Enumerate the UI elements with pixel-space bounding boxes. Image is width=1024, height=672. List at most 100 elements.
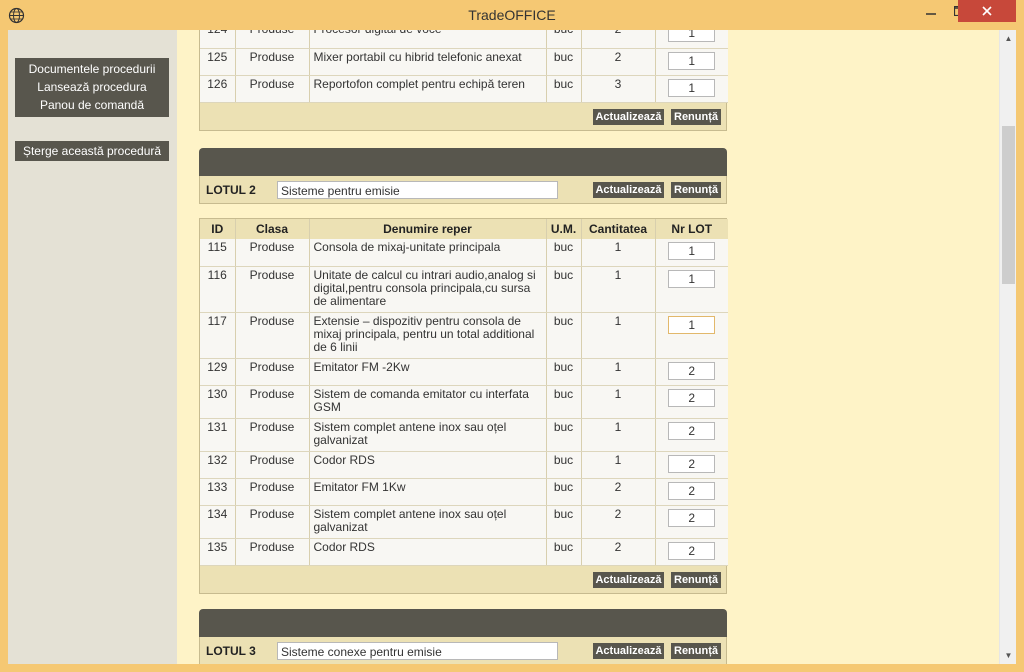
- cell-lot: 2: [655, 385, 728, 419]
- table-row: 135 Produse Codor RDS buc 2 2: [200, 538, 728, 566]
- cell-lot: 1: [655, 266, 728, 313]
- cell-lot: 1: [655, 48, 728, 76]
- cell-name: Procesor digital de voce: [309, 30, 547, 49]
- cell-lot: 2: [655, 418, 728, 452]
- sidebar-item-panou[interactable]: Panou de comandă: [15, 96, 169, 114]
- cell-um: buc: [546, 505, 582, 539]
- lot-number-input[interactable]: 1: [668, 242, 716, 260]
- lot1-panel: 124 Produse Procesor digital de voce buc…: [199, 30, 728, 131]
- lot-number-input[interactable]: 2: [668, 361, 716, 380]
- update-button[interactable]: Actualizează: [593, 108, 664, 125]
- cell-um: buc: [546, 385, 582, 419]
- lot3-label: LOTUL 3: [206, 644, 256, 658]
- cell-qty: 2: [581, 30, 656, 49]
- cell-qty: 1: [581, 312, 656, 359]
- cell-lot: 2: [655, 505, 728, 539]
- sidebar-item-lanseaza[interactable]: Lansează procedura: [15, 78, 169, 96]
- lot2-cancel-button[interactable]: Renunță: [671, 182, 721, 198]
- vertical-scrollbar[interactable]: ▲ ▼: [999, 30, 1016, 664]
- client-area: Documentele procedurii Lansează procedur…: [8, 30, 1016, 664]
- cancel-button[interactable]: Renunță: [671, 571, 721, 588]
- table-row: 124 Produse Procesor digital de voce buc…: [200, 30, 728, 49]
- cell-class: Produse: [235, 418, 310, 452]
- lot-number-input[interactable]: 2: [668, 454, 716, 473]
- lot-number-input[interactable]: 1: [668, 315, 716, 334]
- lot3-cancel-button[interactable]: Renunță: [671, 643, 721, 659]
- cell-name: Reportofon complet pentru echipă teren: [309, 75, 547, 103]
- lot1-table: 124 Produse Procesor digital de voce buc…: [200, 30, 728, 103]
- cell-qty: 2: [581, 538, 656, 566]
- close-icon: [982, 6, 992, 16]
- lot2-panel: ID Clasa Denumire reper U.M. Cantitatea …: [199, 218, 728, 594]
- lot3-name-input[interactable]: Sisteme conexe pentru emisie: [277, 642, 558, 660]
- lot1-actions: Actualizează Renunță: [200, 103, 726, 130]
- cell-um: buc: [546, 418, 582, 452]
- cell-qty: 2: [581, 48, 656, 76]
- cell-id: 135: [200, 538, 236, 566]
- table-row: 132 Produse Codor RDS buc 1 2: [200, 451, 728, 479]
- lot-number-input[interactable]: 1: [668, 78, 716, 97]
- cell-um: buc: [546, 312, 582, 359]
- lot-number-input[interactable]: 1: [668, 269, 716, 288]
- lot-number-input[interactable]: 2: [668, 421, 716, 440]
- cell-um: buc: [546, 451, 582, 479]
- table-row: 116 Produse Unitate de calcul cu intrari…: [200, 266, 728, 313]
- table-row: 130 Produse Sistem de comanda emitator c…: [200, 385, 728, 419]
- scroll-down-arrow-icon[interactable]: ▼: [1000, 647, 1016, 664]
- cell-um: buc: [546, 48, 582, 76]
- scroll-up-arrow-icon[interactable]: ▲: [1000, 30, 1016, 47]
- cell-id: 133: [200, 478, 236, 506]
- cell-id: 116: [200, 266, 236, 313]
- delete-procedure-link[interactable]: Șterge această procedură: [15, 142, 169, 160]
- table-row: 133 Produse Emitator FM 1Kw buc 2 2: [200, 478, 728, 506]
- lot-number-input[interactable]: 2: [668, 481, 716, 500]
- lot-number-input[interactable]: 2: [668, 541, 716, 560]
- sidebar: Documentele procedurii Lansează procedur…: [8, 30, 177, 664]
- cell-name: Sistem de comanda emitator cu interfata …: [309, 385, 547, 419]
- cell-class: Produse: [235, 385, 310, 419]
- cell-lot: 2: [655, 358, 728, 386]
- lot2-actions: Actualizează Renunță: [200, 566, 726, 593]
- cell-lot: 1: [655, 312, 728, 359]
- lot-number-input[interactable]: 2: [668, 388, 716, 407]
- cell-id: 126: [200, 75, 236, 103]
- lot-number-input[interactable]: 1: [668, 51, 716, 70]
- column-header-class: Clasa: [235, 219, 310, 239]
- cell-name: Codor RDS: [309, 451, 547, 479]
- cell-id: 134: [200, 505, 236, 539]
- lot3-header: [199, 609, 727, 637]
- lot2-update-button[interactable]: Actualizează: [593, 182, 664, 198]
- lot-number-input[interactable]: 2: [668, 508, 716, 527]
- scrollbar-thumb[interactable]: [1002, 126, 1015, 284]
- cell-name: Consola de mixaj-unitate principala: [309, 239, 547, 267]
- cell-id: 130: [200, 385, 236, 419]
- cell-class: Produse: [235, 30, 310, 49]
- cell-class: Produse: [235, 538, 310, 566]
- table-row: 125 Produse Mixer portabil cu hibrid tel…: [200, 48, 728, 76]
- column-header-lot: Nr LOT: [655, 219, 728, 239]
- close-button[interactable]: [958, 0, 1016, 22]
- cell-lot: 2: [655, 451, 728, 479]
- minimize-icon: [926, 13, 936, 15]
- cell-id: 115: [200, 239, 236, 267]
- cell-class: Produse: [235, 505, 310, 539]
- sidebar-item-documente[interactable]: Documentele procedurii: [15, 60, 169, 78]
- table-row: 117 Produse Extensie – dispozitiv pentru…: [200, 312, 728, 359]
- cell-name: Unitate de calcul cu intrari audio,analo…: [309, 266, 547, 313]
- cell-id: 132: [200, 451, 236, 479]
- cell-class: Produse: [235, 239, 310, 267]
- cell-class: Produse: [235, 478, 310, 506]
- cell-qty: 3: [581, 75, 656, 103]
- cell-lot: 1: [655, 30, 728, 49]
- cancel-button[interactable]: Renunță: [671, 108, 721, 125]
- lot2-table: ID Clasa Denumire reper U.M. Cantitatea …: [200, 219, 728, 566]
- cell-lot: 1: [655, 239, 728, 267]
- update-button[interactable]: Actualizează: [593, 571, 664, 588]
- lot2-name-input[interactable]: Sisteme pentru emisie: [277, 181, 558, 199]
- lot-number-input[interactable]: 1: [668, 30, 716, 42]
- cell-id: 117: [200, 312, 236, 359]
- cell-name: Emitator FM 1Kw: [309, 478, 547, 506]
- cell-class: Produse: [235, 451, 310, 479]
- lot3-update-button[interactable]: Actualizează: [593, 643, 664, 659]
- cell-qty: 1: [581, 418, 656, 452]
